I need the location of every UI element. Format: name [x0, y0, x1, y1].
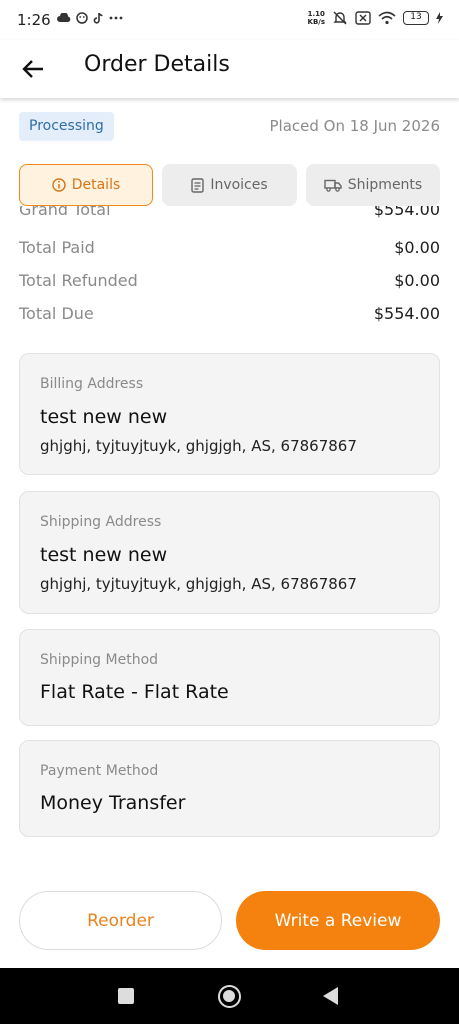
totals-row-grand-total: Grand Total $554.00	[19, 206, 440, 219]
more-dots-icon	[109, 16, 123, 20]
wifi-icon	[378, 11, 396, 25]
tab-invoices[interactable]: Invoices	[162, 164, 297, 206]
payment-method-label: Payment Method	[40, 763, 159, 779]
total-refunded-value: $0.00	[394, 271, 440, 290]
grand-total-value: $554.00	[373, 206, 440, 219]
order-status-badge: Processing	[19, 112, 114, 141]
mute-icon	[333, 11, 347, 25]
notification-icons	[57, 12, 123, 24]
order-tabs: Details Invoices Shipments	[19, 164, 440, 206]
billing-address-text: ghjghj, tyjtuyjtuyk, ghjgjgh, AS, 678678…	[40, 437, 357, 455]
total-paid-value: $0.00	[394, 238, 440, 257]
shipping-address-text: ghjghj, tyjtuyjtuyk, ghjgjgh, AS, 678678…	[40, 575, 357, 593]
app-bar: Order Details	[0, 40, 459, 98]
net-speed: 1.10 KB/s	[308, 10, 325, 26]
shipping-method-card: Shipping Method Flat Rate - Flat Rate	[19, 629, 440, 726]
charging-bolt-icon	[436, 12, 443, 24]
shipping-name: test new new	[40, 544, 168, 566]
shipping-method-label: Shipping Method	[40, 652, 159, 668]
shipping-address-label: Shipping Address	[40, 514, 162, 530]
write-review-button[interactable]: Write a Review	[236, 891, 440, 950]
invoice-icon	[191, 177, 205, 193]
total-refunded-label: Total Refunded	[19, 271, 138, 290]
home-circle-icon[interactable]	[218, 985, 241, 1008]
billing-name: test new new	[40, 406, 168, 428]
system-nav-bar	[0, 968, 459, 1024]
tab-shipments[interactable]: Shipments	[306, 164, 440, 206]
system-icons: 1.10 KB/s 13	[308, 10, 443, 26]
order-details-screen: 1:26 1.10 KB/s 13 Order Details Processi…	[0, 0, 459, 1024]
details-scroll-area[interactable]: Grand Total $554.00 Total Paid $0.00 Tot…	[0, 206, 459, 868]
net-speed-value: 1.10	[307, 10, 325, 18]
shipping-address-card: Shipping Address test new new ghjghj, ty…	[19, 491, 440, 614]
arrow-left-icon	[22, 60, 43, 78]
recents-square-icon[interactable]	[118, 988, 134, 1004]
tiktok-icon	[93, 12, 103, 24]
payment-method-value: Money Transfer	[40, 792, 186, 814]
grand-total-label: Grand Total	[19, 206, 111, 219]
placed-on-date: Placed On 18 Jun 2026	[269, 117, 441, 135]
cloud-icon	[57, 13, 71, 22]
totals-row-paid: Total Paid $0.00	[19, 238, 440, 257]
smiley-icon	[76, 12, 88, 24]
total-paid-label: Total Paid	[19, 238, 95, 257]
status-time: 1:26	[17, 11, 51, 29]
truck-icon	[324, 179, 342, 192]
total-due-value: $554.00	[373, 304, 440, 323]
back-triangle-icon[interactable]	[323, 987, 338, 1005]
tab-details-label: Details	[71, 177, 121, 193]
reorder-button[interactable]: Reorder	[19, 891, 222, 950]
totals-row-refunded: Total Refunded $0.00	[19, 271, 440, 290]
status-bar: 1:26 1.10 KB/s 13	[0, 0, 459, 40]
billing-address-label: Billing Address	[40, 376, 144, 392]
back-button[interactable]	[16, 52, 50, 86]
net-speed-unit: KB/s	[307, 18, 325, 26]
page-title: Order Details	[84, 52, 230, 77]
totals-row-due: Total Due $554.00	[19, 304, 440, 323]
tab-details[interactable]: Details	[19, 164, 153, 206]
tab-invoices-label: Invoices	[210, 177, 268, 193]
billing-address-card: Billing Address test new new ghjghj, tyj…	[19, 353, 440, 475]
tab-shipments-label: Shipments	[347, 177, 423, 193]
sim-off-icon	[355, 11, 371, 25]
battery-level: 13	[403, 11, 429, 25]
info-icon	[52, 178, 66, 192]
total-due-label: Total Due	[19, 304, 94, 323]
payment-method-card: Payment Method Money Transfer	[19, 740, 440, 837]
shipping-method-value: Flat Rate - Flat Rate	[40, 681, 229, 703]
